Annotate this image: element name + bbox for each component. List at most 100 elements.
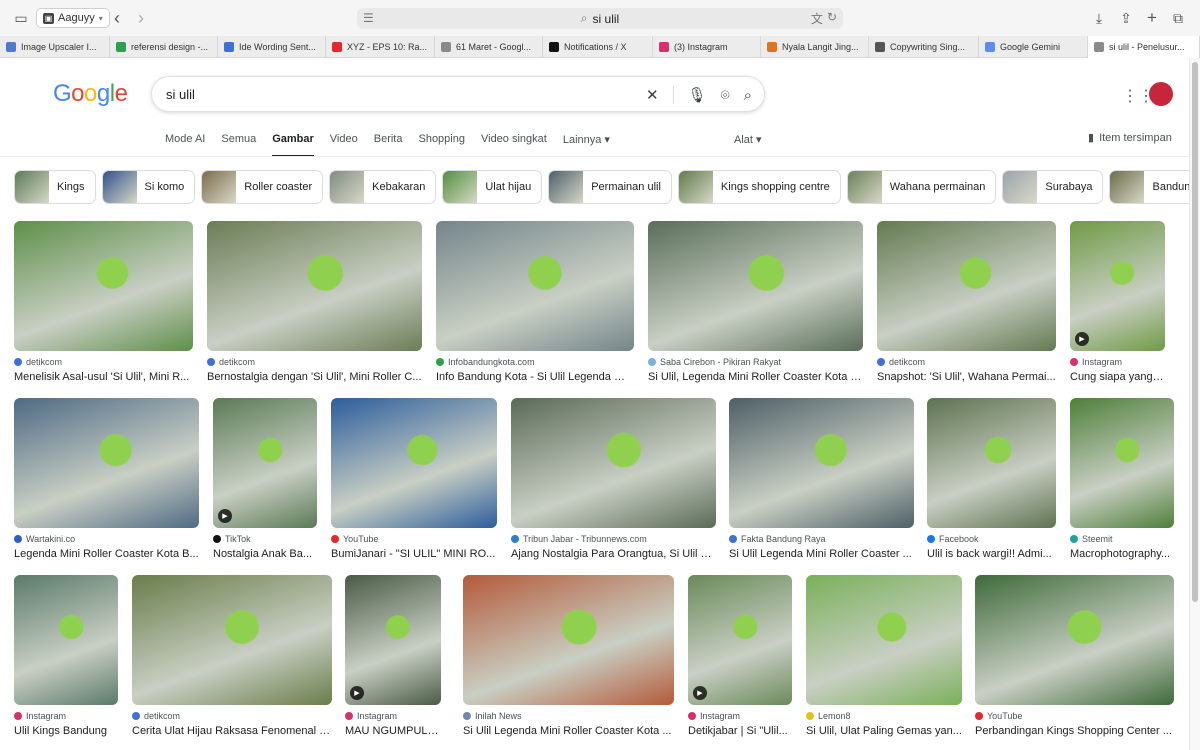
result-title[interactable]: BumiJanari - "SI ULIL" MINI RO... xyxy=(331,548,497,560)
result-source[interactable]: YouTube xyxy=(975,711,1174,721)
browser-tab[interactable]: Image Upscaler I... xyxy=(0,36,110,58)
nav-tab[interactable]: Video singkat xyxy=(481,133,547,157)
result-title[interactable]: Bernostalgia dengan 'Si Ulil', Mini Roll… xyxy=(207,371,422,383)
search-box[interactable]: ✕ 🎙 ⌾ ⌕ xyxy=(151,76,765,112)
saved-items-link[interactable]: ▮ Item tersimpan xyxy=(1088,131,1172,145)
result-title[interactable]: Ulil Kings Bandung xyxy=(14,725,118,737)
nav-tab[interactable]: Gambar xyxy=(272,133,314,157)
image-result[interactable]: ▶ Instagram MAU NGUMPULIN... xyxy=(345,575,441,737)
result-thumbnail[interactable] xyxy=(331,398,497,528)
result-title[interactable]: Detikjabar | Si "Ulil... xyxy=(688,725,792,737)
reload-icon[interactable]: ↻ xyxy=(827,10,837,27)
result-source[interactable]: Saba Cirebon - Pikiran Rakyat xyxy=(648,357,863,367)
profile-switcher[interactable]: ▣ Aaguyy ▾ xyxy=(36,8,110,28)
result-source[interactable]: Instagram xyxy=(345,711,441,721)
result-thumbnail[interactable] xyxy=(14,575,118,705)
result-thumbnail[interactable] xyxy=(927,398,1056,528)
result-title[interactable]: Cung siapa yang p... xyxy=(1070,371,1165,383)
image-result[interactable]: detikcom Menelisik Asal-usul 'Si Ulil', M… xyxy=(14,221,193,383)
related-chip[interactable]: Ulat hijau xyxy=(442,170,543,204)
result-thumbnail[interactable] xyxy=(436,221,634,351)
browser-tab[interactable]: referensi design -... xyxy=(110,36,218,58)
result-title[interactable]: Legenda Mini Roller Coaster Kota B... xyxy=(14,548,199,560)
result-title[interactable]: Nostalgia Anak Ba... xyxy=(213,548,317,560)
result-thumbnail[interactable] xyxy=(975,575,1174,705)
browser-tab[interactable]: 61 Maret - Googl... xyxy=(435,36,543,58)
result-thumbnail[interactable] xyxy=(1070,398,1174,528)
nav-tab[interactable]: Video xyxy=(330,133,358,157)
image-result[interactable]: Wartakini.co Legenda Mini Roller Coaster … xyxy=(14,398,199,560)
search-icon[interactable]: ⌕ xyxy=(744,87,752,104)
result-thumbnail[interactable] xyxy=(806,575,962,705)
tab-overview-icon[interactable]: ⧉ xyxy=(1167,7,1189,29)
result-title[interactable]: Ajang Nostalgia Para Orangtua, Si Ulil M… xyxy=(511,548,716,560)
image-result[interactable]: ▶ Instagram Detikjabar | Si "Ulil... xyxy=(688,575,792,737)
result-source[interactable]: Inilah News xyxy=(463,711,674,721)
image-result[interactable]: ▶ TikTok Nostalgia Anak Ba... xyxy=(213,398,317,560)
search-input[interactable] xyxy=(166,86,626,102)
related-chip[interactable]: Kebakaran xyxy=(329,170,437,204)
image-result[interactable]: Steemit Macrophotography... xyxy=(1070,398,1174,560)
result-thumbnail[interactable] xyxy=(132,575,332,705)
result-source[interactable]: Steemit xyxy=(1070,534,1174,544)
image-result[interactable]: detikcom Cerita Ulat Hijau Raksasa Fenome… xyxy=(132,575,332,737)
browser-tab[interactable]: XYZ - EPS 10: Ra... xyxy=(326,36,435,58)
scrollbar[interactable] xyxy=(1189,58,1200,750)
page-settings-icon[interactable]: ☰ xyxy=(363,11,374,25)
browser-tab[interactable]: si ulil - Penelusur... xyxy=(1088,36,1200,58)
camera-search-icon[interactable]: ⌾ xyxy=(721,87,730,104)
image-result[interactable]: Lemon8 Si Ulil, Ulat Paling Gemas yan... xyxy=(806,575,962,737)
browser-tab[interactable]: Nyala Langit Jing... xyxy=(761,36,869,58)
result-thumbnail[interactable]: ▶ xyxy=(1070,221,1165,351)
result-source[interactable]: Instagram xyxy=(1070,357,1165,367)
result-thumbnail[interactable] xyxy=(463,575,674,705)
result-title[interactable]: MAU NGUMPULIN... xyxy=(345,725,441,737)
related-chip[interactable]: Wahana permainan xyxy=(846,170,997,204)
result-source[interactable]: detikcom xyxy=(132,711,332,721)
tools-button[interactable]: Alat ▾ xyxy=(734,133,762,146)
result-source[interactable]: Tribun Jabar - Tribunnews.com xyxy=(511,534,716,544)
image-result[interactable]: YouTube Perbandingan Kings Shopping Cente… xyxy=(975,575,1174,737)
result-thumbnail[interactable] xyxy=(648,221,863,351)
browser-tab[interactable]: (3) Instagram xyxy=(653,36,761,58)
result-title[interactable]: Si Ulil Legenda Mini Roller Coaster Kota… xyxy=(463,725,674,737)
related-chip[interactable]: Bandung xyxy=(1109,170,1200,204)
image-result[interactable]: YouTube BumiJanari - "SI ULIL" MINI RO... xyxy=(331,398,497,560)
scrollbar-thumb[interactable] xyxy=(1192,62,1198,602)
share-icon[interactable]: ⇪ xyxy=(1115,7,1137,29)
result-title[interactable]: Snapshot: 'Si Ulil', Wahana Permai... xyxy=(877,371,1056,383)
result-source[interactable]: detikcom xyxy=(877,357,1056,367)
browser-tab[interactable]: Copywriting Sing... xyxy=(869,36,979,58)
translate-icon[interactable]: 文 xyxy=(811,10,823,27)
image-result[interactable]: Saba Cirebon - Pikiran Rakyat Si Ulil, Le… xyxy=(648,221,863,383)
related-chip[interactable]: Surabaya xyxy=(1002,170,1104,204)
related-chip[interactable]: Permainan ulil xyxy=(548,170,672,204)
result-source[interactable]: Fakta Bandung Raya xyxy=(729,534,914,544)
forward-icon[interactable]: › xyxy=(130,7,152,29)
result-source[interactable]: YouTube xyxy=(331,534,497,544)
google-logo[interactable]: Google xyxy=(53,80,128,108)
result-thumbnail[interactable] xyxy=(14,398,199,528)
result-thumbnail[interactable]: ▶ xyxy=(688,575,792,705)
image-result[interactable]: detikcom Bernostalgia dengan 'Si Ulil', M… xyxy=(207,221,422,383)
nav-tab[interactable]: Lainnya ▾ xyxy=(563,133,610,157)
address-bar[interactable]: ☰ ⌕ si ulil 文 ↻ xyxy=(357,8,843,29)
result-title[interactable]: Si Ulil Legenda Mini Roller Coaster ... xyxy=(729,548,914,560)
result-title[interactable]: Ulil is back wargi!! Admi... xyxy=(927,548,1056,560)
browser-tab[interactable]: Google Gemini xyxy=(979,36,1088,58)
result-title[interactable]: Si Ulil, Legenda Mini Roller Coaster Kot… xyxy=(648,371,863,383)
result-source[interactable]: detikcom xyxy=(207,357,422,367)
related-chip[interactable]: Roller coaster xyxy=(201,170,324,204)
nav-tab[interactable]: Shopping xyxy=(418,133,465,157)
nav-tab[interactable]: Mode AI xyxy=(165,133,205,157)
nav-tab[interactable]: Berita xyxy=(374,133,403,157)
result-source[interactable]: TikTok xyxy=(213,534,317,544)
result-thumbnail[interactable]: ▶ xyxy=(213,398,317,528)
related-chip[interactable]: Kings xyxy=(14,170,96,204)
result-title[interactable]: Macrophotography... xyxy=(1070,548,1174,560)
image-result[interactable]: ▶ Instagram Cung siapa yang p... xyxy=(1070,221,1165,383)
avatar[interactable] xyxy=(1149,82,1173,106)
result-source[interactable]: detikcom xyxy=(14,357,193,367)
clear-icon[interactable]: ✕ xyxy=(646,86,659,104)
result-thumbnail[interactable] xyxy=(877,221,1056,351)
